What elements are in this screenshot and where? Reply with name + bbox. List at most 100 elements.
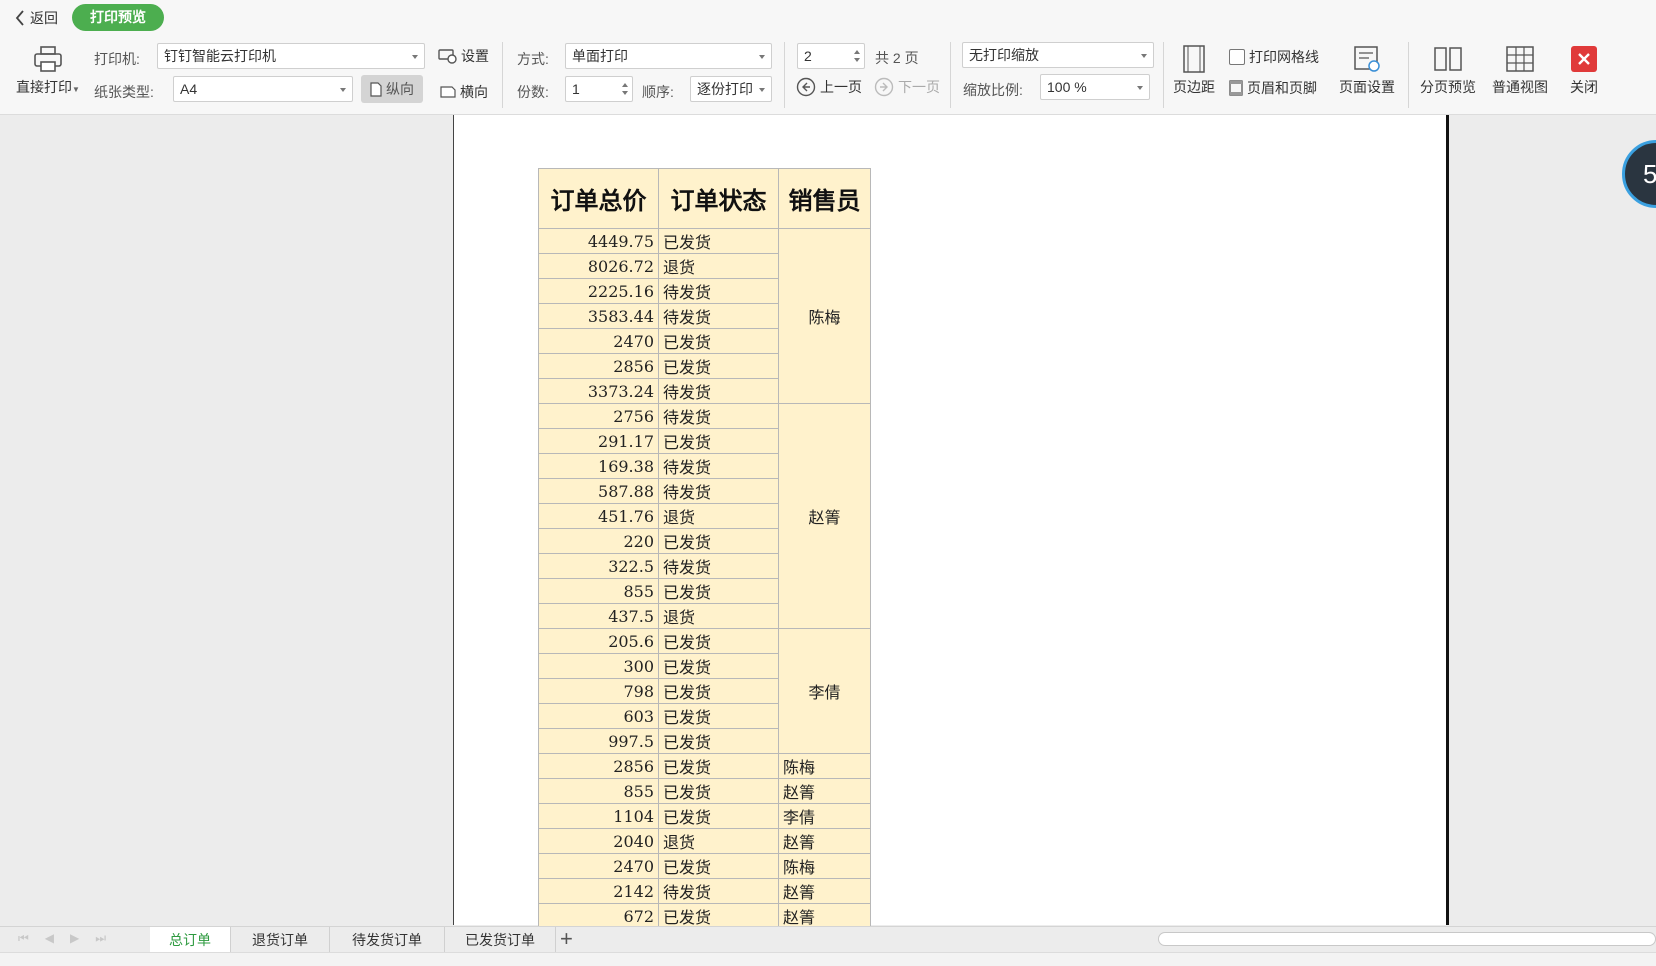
order-status-cell: 已发货 <box>658 703 779 729</box>
horizontal-scrollbar[interactable] <box>1158 932 1656 946</box>
stepper-down-icon[interactable] <box>854 58 860 62</box>
order-status-cell: 已发货 <box>658 903 779 929</box>
page-setup-button[interactable]: 页面设置 <box>1333 45 1401 97</box>
order-status-cell: 退货 <box>658 828 779 854</box>
table-row: 2040 退货 赵箐 <box>538 828 871 854</box>
print-preview-toolbar: 返回 打印预览 直接打印▼ 打印机: 钉钉智能云打印机 设置 纸张类型: A4 … <box>0 0 1656 115</box>
salesperson-cell: 李倩 <box>778 803 871 829</box>
order-total-cell: 322.5 <box>538 553 659 579</box>
table-row: 205.6 已发货 李倩 <box>538 628 871 754</box>
tab-returned-orders[interactable]: 退货订单 <box>231 927 330 953</box>
order-total-cell: 672 <box>538 903 659 929</box>
page-break-preview-button[interactable]: 分页预览 <box>1414 45 1482 97</box>
header-order-status: 订单状态 <box>658 168 779 229</box>
floating-counter-badge[interactable]: 5 <box>1622 140 1656 208</box>
orders-table: 订单总价 订单状态 销售员 4449.75 已发货 陈梅 8026.72 退货 2225.… <box>538 168 871 954</box>
prev-page-label: 上一页 <box>820 79 862 95</box>
page-number-stepper[interactable]: 2 <box>797 43 865 69</box>
salesperson-merged-cell: 李倩 <box>778 628 871 754</box>
order-total-cell: 291.17 <box>538 428 659 454</box>
next-page-label: 下一页 <box>898 79 940 95</box>
order-status-cell: 待发货 <box>658 553 779 579</box>
portrait-button[interactable]: 纵向 <box>361 75 423 103</box>
order-total-cell: 451.76 <box>538 503 659 529</box>
close-label: 关闭 <box>1570 79 1598 95</box>
order-total-cell: 587.88 <box>538 478 659 504</box>
stepper-up-icon[interactable] <box>622 83 628 87</box>
close-preview-button[interactable]: 关闭 <box>1562 45 1606 97</box>
paper-type-label: 纸张类型: <box>94 84 154 100</box>
order-status-cell: 已发货 <box>658 778 779 804</box>
portrait-page-icon <box>370 81 382 97</box>
toolbar-divider <box>784 42 785 108</box>
order-status-cell: 已发货 <box>658 428 779 454</box>
header-footer-button[interactable]: 页眉和页脚 <box>1229 78 1317 98</box>
tab-nav-arrows[interactable]: ⏮◀▶⏭ <box>18 931 122 946</box>
order-status-cell: 已发货 <box>658 528 779 554</box>
normal-view-label: 普通视图 <box>1492 79 1548 95</box>
mode-select[interactable]: 单面打印 <box>565 43 772 69</box>
header-footer-icon <box>1229 80 1243 96</box>
scale-mode-select[interactable]: 无打印缩放 <box>962 42 1154 68</box>
print-preview-pill: 打印预览 <box>72 4 164 31</box>
order-status-cell: 待发货 <box>658 278 779 304</box>
order-status-cell: 待发货 <box>658 478 779 504</box>
chevron-down-icon: ▼ <box>72 85 80 94</box>
tab-pending-orders[interactable]: 待发货订单 <box>330 927 445 953</box>
order-status-cell: 已发货 <box>658 653 779 679</box>
grid-view-icon <box>1506 46 1534 72</box>
landscape-button[interactable]: 横向 <box>440 82 488 102</box>
order-status-cell: 已发货 <box>658 803 779 829</box>
status-bar <box>0 952 1656 966</box>
margins-button[interactable]: 页边距 <box>1168 45 1220 97</box>
back-button[interactable]: 返回 <box>14 8 58 28</box>
landscape-page-icon <box>440 86 456 98</box>
order-total-cell: 3583.44 <box>538 303 659 329</box>
order-status-cell: 退货 <box>658 253 779 279</box>
settings-button[interactable]: 设置 <box>438 46 489 66</box>
arrow-left-circle-icon <box>796 77 816 97</box>
order-status-cell: 已发货 <box>658 578 779 604</box>
direct-print-button[interactable]: 直接打印▼ <box>12 45 84 97</box>
order-total-cell: 855 <box>538 578 659 604</box>
order-status-cell: 待发货 <box>658 453 779 479</box>
toolbar-divider <box>1408 42 1409 108</box>
stepper-down-icon[interactable] <box>622 91 628 95</box>
paper-type-select[interactable]: A4 <box>173 76 353 102</box>
order-total-cell: 220 <box>538 528 659 554</box>
order-status-cell: 待发货 <box>658 878 779 904</box>
table-row: 855 已发货 赵箐 <box>538 778 871 804</box>
print-gridlines-checkbox[interactable]: 打印网格线 <box>1229 47 1319 67</box>
stepper-up-icon[interactable] <box>854 50 860 54</box>
table-row: 2470 已发货 陈梅 <box>538 853 871 879</box>
order-total-cell: 4449.75 <box>538 228 659 254</box>
print-gridlines-label: 打印网格线 <box>1249 49 1319 65</box>
print-preview-page: 订单总价 订单状态 销售员 4449.75 已发货 陈梅 8026.72 退货 2225.… <box>453 115 1449 954</box>
order-total-cell: 855 <box>538 778 659 804</box>
order-status-cell: 已发货 <box>658 353 779 379</box>
tab-shipped-orders[interactable]: 已发货订单 <box>445 927 556 953</box>
order-status-cell: 已发货 <box>658 628 779 654</box>
mode-label: 方式: <box>517 51 549 67</box>
total-pages: 共 2 页 <box>875 50 919 66</box>
add-sheet-icon[interactable]: + <box>560 927 573 951</box>
next-page-button[interactable]: 下一页 <box>874 77 940 97</box>
order-total-cell: 603 <box>538 703 659 729</box>
normal-view-button[interactable]: 普通视图 <box>1486 45 1554 97</box>
order-select[interactable]: 逐份打印 <box>690 76 772 102</box>
order-status-cell: 已发货 <box>658 228 779 254</box>
page-setup-icon <box>1354 46 1380 72</box>
table-body: 4449.75 已发货 陈梅 8026.72 退货 2225.16 待发货 3583.44 待发… <box>538 228 871 954</box>
printer-select[interactable]: 钉钉智能云打印机 <box>157 43 425 69</box>
order-total-cell: 3373.24 <box>538 378 659 404</box>
copies-label: 份数: <box>517 84 549 100</box>
prev-page-button[interactable]: 上一页 <box>796 77 862 97</box>
printer-settings-icon <box>438 49 457 64</box>
tab-all-orders[interactable]: 总订单 <box>150 927 231 953</box>
order-status-cell: 已发货 <box>658 853 779 879</box>
order-status-cell: 待发货 <box>658 403 779 429</box>
scale-value-select[interactable]: 100 % <box>1040 74 1150 100</box>
copies-stepper[interactable]: 1 <box>565 76 633 102</box>
page-number-value: 2 <box>804 48 812 64</box>
table-row: 2142 待发货 赵箐 <box>538 878 871 904</box>
